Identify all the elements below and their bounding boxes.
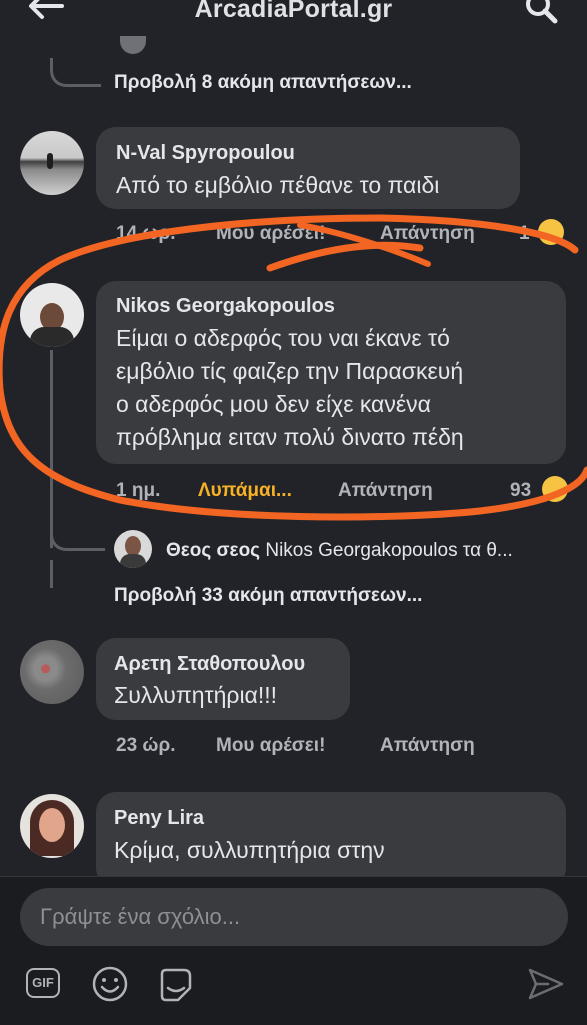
reaction-button[interactable]: Λυπάμαι... [198, 480, 292, 502]
comment-author[interactable]: Αρετη Σταθοπουλου [114, 653, 305, 676]
avatar[interactable] [20, 131, 84, 195]
avatar[interactable] [20, 283, 84, 347]
avatar-body [120, 554, 146, 568]
emoji-icon[interactable] [92, 966, 132, 1006]
comment-author[interactable]: Nikos Georgakopoulos [116, 295, 335, 318]
comment-text-line: εμβόλιο τίς φαιζερ την Παρασκευή [116, 358, 464, 384]
avatar-body [30, 327, 74, 347]
comment-text: Κρίμα, συλλυπητήρια στην [114, 837, 385, 863]
reply-button[interactable]: Απάντηση [380, 223, 475, 245]
avatar[interactable] [20, 794, 84, 858]
gif-icon: GIF [26, 968, 60, 998]
thread-connector [50, 560, 53, 588]
view-more-replies-link[interactable]: Προβολή 33 ακόμη απαντήσεων... [114, 585, 422, 607]
reply-button[interactable]: Απάντηση [380, 735, 475, 757]
comment-bubble[interactable]: N-Val Spyropoulou Από το εμβόλιο πέθανε … [96, 127, 520, 209]
gif-label: GIF [32, 975, 54, 990]
search-icon[interactable] [522, 0, 562, 28]
avatar-figure [47, 153, 53, 169]
thread-connector [50, 520, 105, 551]
comment-bubble[interactable]: Nikos Georgakopoulos Είμαι ο αδερφός του… [96, 281, 566, 464]
comment-bubble[interactable]: Peny Lira Κρίμα, συλλυπητήρια στην [96, 792, 566, 888]
view-more-replies-link[interactable]: Προβολή 8 ακόμη απαντήσεων... [114, 72, 412, 94]
sad-face-icon[interactable] [542, 476, 568, 502]
comment-text: Από το εμβόλιο πέθανε το παιδι [116, 172, 440, 198]
reply-preview[interactable]: Θεος σεος Nikos Georgakopoulos τα θ... [166, 540, 513, 562]
avatar[interactable] [20, 640, 84, 704]
avatar-head [125, 536, 141, 556]
reaction-count: 93 [510, 480, 532, 501]
gif-button[interactable]: GIF [26, 966, 66, 1006]
reply-author[interactable]: Θεος σεος [166, 540, 260, 561]
thread-line [50, 350, 53, 548]
comment-text-line: ο αδερφός μου δεν είχε κανένα [116, 391, 431, 417]
send-icon[interactable] [526, 964, 566, 1004]
comment-input[interactable] [20, 888, 568, 946]
comment-text-line: πρόβλημα ειταν πολύ δινατο πέδη [116, 424, 464, 450]
comment-text-line: Είμαι ο αδερφός του ναι έκανε τό [116, 325, 450, 351]
comment-time: 1 ημ. [116, 480, 161, 501]
reply-text: Nikos Georgakopoulos τα θ... [265, 540, 513, 561]
comment-author[interactable]: Peny Lira [114, 807, 204, 830]
comment-bubble[interactable]: Αρετη Σταθοπουλου Συλλυπητήρια!!! [96, 638, 350, 720]
top-bar: ArcadiaPortal.gr [0, 0, 587, 34]
comment-text: Συλλυπητήρια!!! [114, 682, 278, 708]
page-title: ArcadiaPortal.gr [194, 0, 393, 23]
comment-time: 14 ωρ. [116, 223, 176, 244]
comment-time: 23 ώρ. [116, 735, 176, 756]
reaction-count: 1 [519, 223, 530, 244]
like-button[interactable]: Μου αρέσει! [216, 735, 325, 757]
like-button[interactable]: Μου αρέσει! [216, 223, 325, 245]
avatar-face [39, 808, 65, 842]
reply-button[interactable]: Απάντηση [338, 480, 433, 502]
comment-author[interactable]: N-Val Spyropoulou [116, 142, 295, 165]
reply-avatar[interactable] [114, 530, 152, 568]
reply-avatar[interactable] [120, 36, 146, 54]
comment-input-field[interactable] [20, 888, 568, 946]
sticker-icon[interactable] [156, 966, 196, 1006]
thread-connector [50, 58, 101, 87]
sad-face-icon[interactable] [538, 219, 564, 245]
